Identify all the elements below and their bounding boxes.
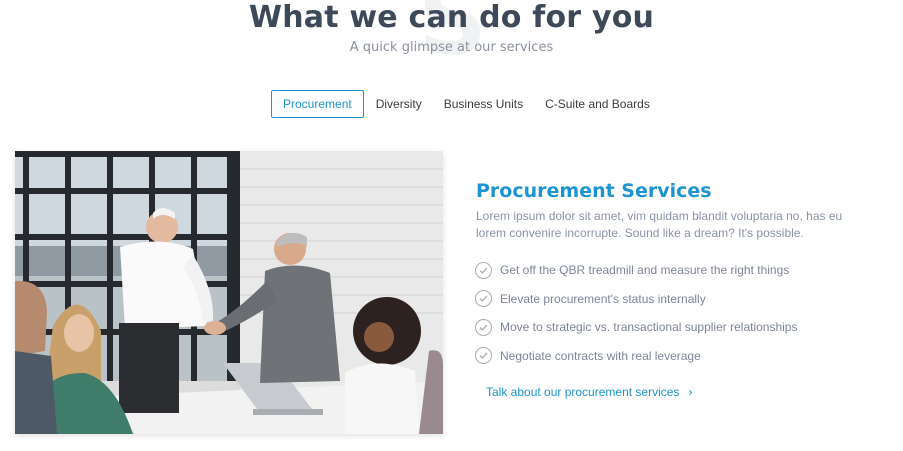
service-description: Lorem ipsum dolor sit amet, vim quidam b… [476,209,843,240]
service-tabs: Procurement Diversity Business Units C-S… [271,90,661,118]
check-circle-icon [475,290,492,308]
feature-list: Get off the QBR treadmill and measure th… [475,256,797,370]
tab-c-suite-and-boards[interactable]: C-Suite and Boards [534,90,661,118]
check-circle-icon [475,318,492,336]
page-title: What we can do for you [248,0,655,35]
tab-procurement[interactable]: Procurement [271,90,364,118]
feature-text: Move to strategic vs. transactional supp… [500,320,798,335]
feature-item: Get off the QBR treadmill and measure th… [475,256,797,285]
chevron-right-icon: › [688,385,693,399]
check-circle-icon [475,347,492,365]
feature-text: Get off the QBR treadmill and measure th… [500,263,790,278]
business-meeting-photo [15,151,443,434]
feature-text: Negotiate contracts with real leverage [500,348,701,363]
tab-business-units[interactable]: Business Units [433,90,534,118]
talk-about-procurement-link[interactable]: Talk about our procurement services › [486,385,692,399]
check-circle-icon [475,261,492,279]
tab-diversity[interactable]: Diversity [365,90,433,118]
feature-item: Elevate procurement's status internally [475,285,797,314]
feature-item: Negotiate contracts with real leverage [475,342,797,371]
page-subtitle: A quick glimpse at our services [349,40,554,55]
feature-text: Elevate procurement's status internally [500,291,706,306]
cta-label: Talk about our procurement services [486,385,680,399]
feature-item: Move to strategic vs. transactional supp… [475,313,797,342]
service-title: Procurement Services [476,180,712,202]
